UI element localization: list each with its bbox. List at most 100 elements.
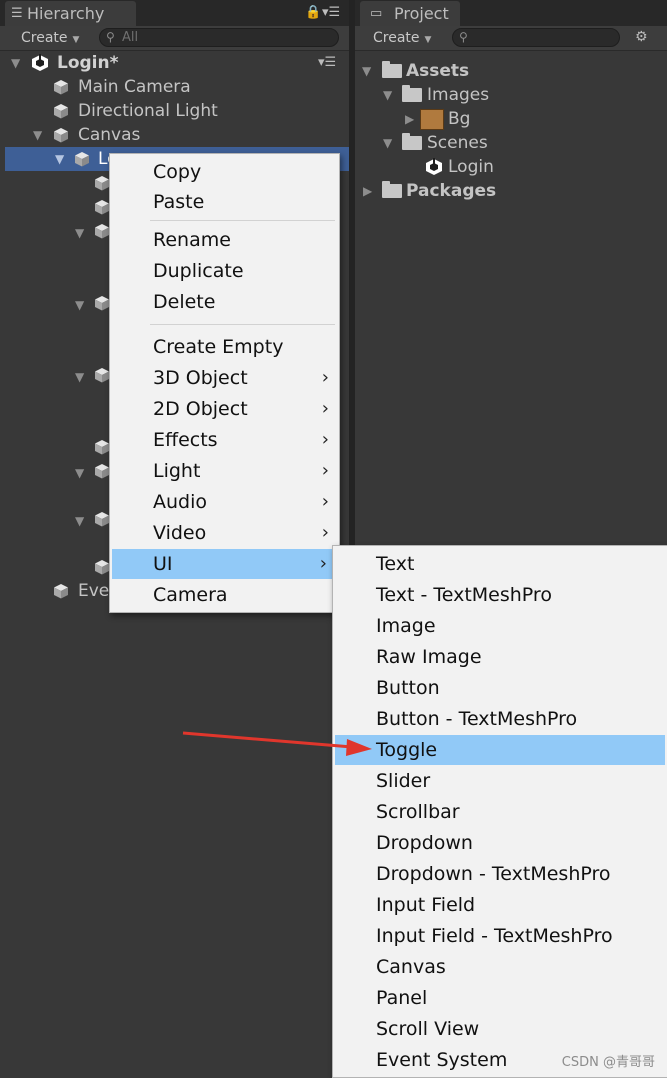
lock-icon[interactable]: 🔒 (305, 5, 321, 20)
submenu-item-slider[interactable]: Slider (333, 766, 667, 796)
hierarchy-create-button[interactable]: Create ▼ (21, 28, 79, 48)
submenu-label: Toggle (376, 739, 438, 761)
project-item-assets[interactable]: ▼ Assets (355, 59, 667, 83)
menu-item-delete[interactable]: Delete (110, 287, 339, 317)
expand-arrow-icon: ▼ (383, 136, 393, 150)
gameobject-icon (94, 559, 110, 575)
submenu-label: Event System (376, 1049, 508, 1071)
gameobject-icon (74, 151, 90, 167)
unity-scene-icon (425, 158, 443, 176)
submenu-arrow-icon: › (321, 429, 329, 450)
gameobject-icon (94, 175, 110, 191)
expand-arrow-icon: ▼ (55, 152, 65, 166)
menu-item-ui[interactable]: UI › (112, 549, 337, 579)
hierarchy-create-label: Create (21, 30, 68, 46)
login-scene-label: Login (448, 157, 494, 177)
submenu-label: Panel (376, 987, 428, 1009)
menu-item-camera[interactable]: Camera (110, 580, 339, 610)
create-asset-icon[interactable]: ⚙ (635, 29, 648, 45)
project-search-input[interactable]: ⚲ (452, 28, 620, 47)
menu-label: Duplicate (153, 260, 244, 282)
main-camera-label: Main Camera (78, 77, 191, 97)
menu-item-2d-object[interactable]: 2D Object › (110, 394, 339, 424)
project-create-label: Create (373, 30, 420, 46)
hierarchy-item-directional-light[interactable]: Directional Light (0, 99, 349, 123)
caret-down-icon: ▼ (424, 35, 432, 45)
menu-item-rename[interactable]: Rename (110, 225, 339, 255)
menu-label: Camera (153, 584, 228, 606)
scene-row[interactable]: ▼ Login* ▾☰ (0, 51, 349, 75)
directional-light-label: Directional Light (78, 101, 218, 121)
submenu-item-dropdown-textmeshpro[interactable]: Dropdown - TextMeshPro (333, 859, 667, 889)
gameobject-icon (53, 127, 69, 143)
menu-item-audio[interactable]: Audio › (110, 487, 339, 517)
assets-label: Assets (406, 61, 470, 81)
project-item-scenes[interactable]: ▼ Scenes (355, 131, 667, 155)
gameobject-icon (53, 79, 69, 95)
gameobject-icon (94, 199, 110, 215)
hierarchy-tab[interactable]: ☰ Hierarchy (5, 1, 136, 26)
expand-arrow-icon: ▼ (33, 128, 43, 142)
submenu-item-text-textmeshpro[interactable]: Text - TextMeshPro (333, 580, 667, 610)
menu-label: Effects (153, 429, 218, 451)
submenu-label: Slider (376, 770, 431, 792)
packages-label: Packages (406, 181, 497, 201)
folder-icon (402, 85, 422, 102)
menu-label: Create Empty (153, 336, 284, 358)
submenu-item-input-field-textmeshpro[interactable]: Input Field - TextMeshPro (333, 921, 667, 951)
expand-arrow-icon: ▼ (75, 226, 85, 240)
menu-item-paste[interactable]: Paste (110, 187, 339, 217)
project-create-button[interactable]: Create ▼ (373, 28, 431, 48)
submenu-item-scrollbar[interactable]: Scrollbar (333, 797, 667, 827)
scene-options-icon[interactable]: ▾☰ (318, 51, 336, 75)
hierarchy-search-input[interactable]: ⚲ All (99, 28, 339, 47)
expand-arrow-icon: ▼ (75, 466, 85, 480)
menu-label: Paste (153, 191, 205, 213)
menu-item-duplicate[interactable]: Duplicate (110, 256, 339, 286)
submenu-item-canvas[interactable]: Canvas (333, 952, 667, 982)
hierarchy-tabbar: ☰ Hierarchy 🔒 ▾☰ (0, 0, 349, 26)
submenu-item-panel[interactable]: Panel (333, 983, 667, 1013)
submenu-item-toggle[interactable]: Toggle (335, 735, 665, 765)
project-toolbar: Create ▼ ⚲ ⚙ (355, 26, 667, 51)
project-item-packages[interactable]: ▶ Packages (355, 179, 667, 203)
collapsed-arrow-icon: ▶ (405, 112, 415, 126)
gameobject-icon (53, 583, 69, 599)
submenu-label: Scroll View (376, 1018, 480, 1040)
submenu-item-dropdown[interactable]: Dropdown (333, 828, 667, 858)
submenu-item-image[interactable]: Image (333, 611, 667, 641)
project-item-images[interactable]: ▼ Images (355, 83, 667, 107)
menu-item-3d-object[interactable]: 3D Object › (110, 363, 339, 393)
submenu-arrow-icon: › (321, 367, 329, 388)
menu-label: Rename (153, 229, 231, 251)
expand-arrow-icon: ▼ (11, 56, 21, 70)
expand-arrow-icon: ▼ (383, 88, 393, 102)
hierarchy-item-main-camera[interactable]: Main Camera (0, 75, 349, 99)
submenu-label: Input Field (376, 894, 476, 916)
watermark: CSDN @青哥哥 (561, 1055, 655, 1070)
scene-label: Login* (57, 53, 119, 73)
project-tab[interactable]: ▭ Project (360, 1, 460, 26)
submenu-item-button-textmeshpro[interactable]: Button - TextMeshPro (333, 704, 667, 734)
submenu-item-scroll-view[interactable]: Scroll View (333, 1014, 667, 1044)
submenu-item-button[interactable]: Button (333, 673, 667, 703)
gameobject-icon (94, 511, 110, 527)
menu-item-light[interactable]: Light › (110, 456, 339, 486)
hierarchy-item-canvas[interactable]: ▼ Canvas (0, 123, 349, 147)
search-icon: ⚲ (459, 30, 468, 44)
menu-label: Audio (153, 491, 208, 513)
panel-menu-icon[interactable]: ▾☰ (322, 5, 340, 20)
menu-item-create-empty[interactable]: Create Empty (110, 332, 339, 362)
submenu-label: Text (376, 553, 415, 575)
menu-label: Copy (153, 161, 202, 183)
project-item-login-scene[interactable]: Login (355, 155, 667, 179)
menu-separator (150, 324, 335, 325)
project-tabbar: ▭ Project (355, 0, 667, 26)
menu-item-video[interactable]: Video › (110, 518, 339, 548)
submenu-item-text[interactable]: Text (333, 549, 667, 579)
submenu-item-raw-image[interactable]: Raw Image (333, 642, 667, 672)
menu-item-effects[interactable]: Effects › (110, 425, 339, 455)
project-item-bg[interactable]: ▶ Bg (355, 107, 667, 131)
menu-item-copy[interactable]: Copy (110, 157, 339, 187)
submenu-item-input-field[interactable]: Input Field (333, 890, 667, 920)
